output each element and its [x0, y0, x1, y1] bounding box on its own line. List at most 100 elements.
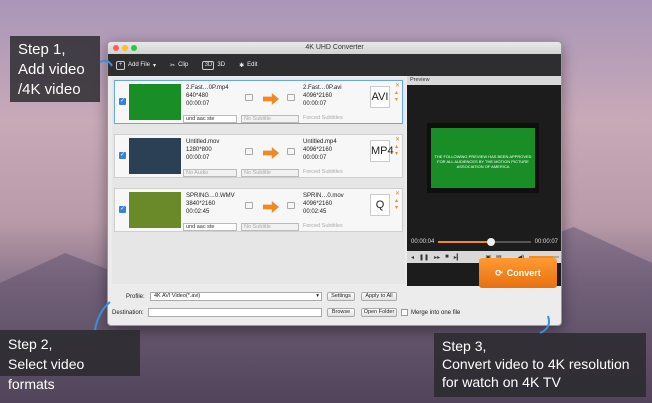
down-icon[interactable]: ▾: [395, 205, 400, 212]
fast-forward-icon[interactable]: ▸▸: [434, 254, 440, 261]
3d-button[interactable]: 3D 3D: [202, 60, 226, 70]
output-name: 2.Fast…0P.avi: [303, 85, 342, 91]
app-window: 4K UHD Converter + Add File ▾ ✂ Clip 3D …: [107, 41, 562, 326]
3d-icon: 3D: [202, 60, 215, 70]
up-icon[interactable]: ▴: [395, 144, 400, 151]
next-icon[interactable]: ▸▎: [454, 254, 462, 261]
profile-value: 4K AVI Video(*.avi): [154, 293, 201, 299]
preview-frame: THE FOLLOWING PREVIEW HAS BEEN APPROVED …: [431, 128, 535, 188]
profile-select[interactable]: 4K AVI Video(*.avi) ▾: [150, 292, 322, 301]
output-resolution: 4096*2160: [303, 201, 333, 207]
add-file-button[interactable]: + Add File ▾: [116, 60, 156, 70]
up-icon[interactable]: ▴: [395, 90, 400, 97]
remove-icon[interactable]: ✕: [395, 137, 400, 144]
browse-button[interactable]: Browse: [327, 308, 355, 317]
audio-select[interactable]: und aac ste: [183, 115, 237, 123]
seek-handle[interactable]: [486, 238, 495, 246]
output-info: 2.Fast…0P.avi 4096*2160 00:00:07: [303, 84, 342, 108]
minimize-button[interactable]: [122, 45, 128, 51]
clip-button[interactable]: ✂ Clip: [170, 62, 188, 69]
edit-output-icon[interactable]: [287, 148, 295, 155]
info-icon[interactable]: [245, 202, 253, 209]
scissors-icon: ✂: [170, 62, 176, 69]
down-icon[interactable]: ▾: [395, 97, 400, 104]
output-format-icon[interactable]: MP4: [370, 140, 394, 162]
source-resolution: 3840*2160: [186, 201, 216, 207]
down-icon[interactable]: ▾: [395, 151, 400, 158]
video-thumbnail: [129, 138, 181, 174]
remove-icon[interactable]: ✕: [395, 83, 400, 90]
chevron-down-icon: ▾: [316, 293, 319, 299]
source-info: SPRING…0.WMV 3840*2160 00:02:45: [186, 192, 235, 216]
output-name: Untitled.mp4: [303, 139, 337, 145]
title-bar: 4K UHD Converter: [108, 42, 561, 54]
row-checkbox[interactable]: ✓: [119, 152, 126, 159]
subtitle-select[interactable]: No Subtitle: [241, 169, 299, 177]
edit-icon: ✱: [239, 62, 245, 69]
info-icon[interactable]: [245, 94, 253, 101]
convert-arrow-icon: [263, 93, 279, 105]
file-row[interactable]: ✓ Untitled.mov 1280*800 00:00:07 Untitle…: [114, 134, 403, 178]
seek-bar[interactable]: [438, 238, 531, 246]
video-thumbnail: [129, 192, 181, 228]
total-time: 00:00:07: [534, 239, 558, 245]
add-file-icon: +: [116, 60, 125, 70]
up-icon[interactable]: ▴: [395, 198, 400, 205]
prev-frame-icon[interactable]: ◂: [411, 254, 414, 261]
audio-select[interactable]: und aac ste: [183, 223, 237, 231]
output-resolution: 4096*2160: [303, 93, 333, 99]
edit-output-icon[interactable]: [287, 202, 295, 209]
destination-field[interactable]: [148, 308, 322, 317]
subtitle-select[interactable]: No Subtitle: [241, 223, 299, 231]
output-duration: 00:00:07: [303, 155, 327, 161]
file-row[interactable]: ✓ SPRING…0.WMV 3840*2160 00:02:45 SPRIN……: [114, 188, 403, 232]
source-resolution: 1280*800: [186, 147, 212, 153]
row-controls: ✕ ▴ ▾: [395, 83, 400, 104]
zoom-button[interactable]: [131, 45, 137, 51]
preview-label: Preview: [407, 76, 561, 85]
output-resolution: 4096*2160: [303, 147, 333, 153]
source-duration: 00:00:07: [186, 155, 210, 161]
file-row[interactable]: ✓ 2.Fast…0P.mp4 640*480 00:00:07 2.Fast……: [114, 80, 403, 124]
preview-panel: Preview THE FOLLOWING PREVIEW HAS BEEN A…: [407, 76, 561, 286]
forced-subtitles-label: Forced Subtitles: [303, 115, 343, 121]
merge-label: Merge into one file: [411, 310, 461, 316]
row-checkbox[interactable]: ✓: [119, 206, 126, 213]
stop-icon[interactable]: ■: [445, 254, 449, 260]
edit-output-icon[interactable]: [287, 94, 295, 101]
output-format-icon[interactable]: Q: [370, 194, 390, 216]
open-folder-button[interactable]: Open Folder: [361, 308, 397, 317]
edit-button[interactable]: ✱ Edit: [239, 62, 257, 69]
row-checkbox[interactable]: ✓: [119, 98, 126, 105]
forced-subtitles-label: Forced Subtitles: [303, 169, 343, 175]
info-icon[interactable]: [245, 148, 253, 155]
output-duration: 00:02:45: [303, 209, 327, 215]
output-info: Untitled.mp4 4096*2160 00:00:07: [303, 138, 337, 162]
source-name: 2.Fast…0P.mp4: [186, 85, 229, 91]
step1-annotation: Step 1, Add video /4K video: [10, 36, 100, 102]
window-title: 4K UHD Converter: [305, 44, 364, 51]
pause-icon[interactable]: ❚❚: [419, 254, 429, 261]
remove-icon[interactable]: ✕: [395, 191, 400, 198]
3d-label: 3D: [217, 62, 226, 68]
subtitle-select[interactable]: No Subtitle: [241, 115, 299, 123]
toolbar: + Add File ▾ ✂ Clip 3D 3D ✱ Edit: [108, 54, 561, 76]
audio-select[interactable]: No Audio: [183, 169, 237, 177]
step3-annotation: Step 3, Convert video to 4K resolution f…: [434, 333, 646, 397]
convert-button[interactable]: ⟳ Convert: [479, 258, 557, 288]
chevron-down-icon[interactable]: ▾: [153, 62, 156, 69]
close-button[interactable]: [113, 45, 119, 51]
source-info: 2.Fast…0P.mp4 640*480 00:00:07: [186, 84, 229, 108]
merge-checkbox[interactable]: [401, 309, 408, 316]
source-info: Untitled.mov 1280*800 00:00:07: [186, 138, 219, 162]
profile-label: Profile:: [126, 294, 145, 300]
settings-button[interactable]: Settings: [327, 292, 355, 301]
edit-label: Edit: [247, 62, 258, 68]
source-name: SPRING…0.WMV: [186, 193, 235, 199]
output-format-icon[interactable]: AVI: [370, 86, 390, 108]
clip-label: Clip: [178, 62, 189, 68]
file-list: ✓ 2.Fast…0P.mp4 640*480 00:00:07 2.Fast……: [112, 78, 405, 284]
source-duration: 00:00:07: [186, 101, 210, 107]
source-name: Untitled.mov: [186, 139, 220, 145]
apply-to-all-button[interactable]: Apply to All: [361, 292, 397, 301]
